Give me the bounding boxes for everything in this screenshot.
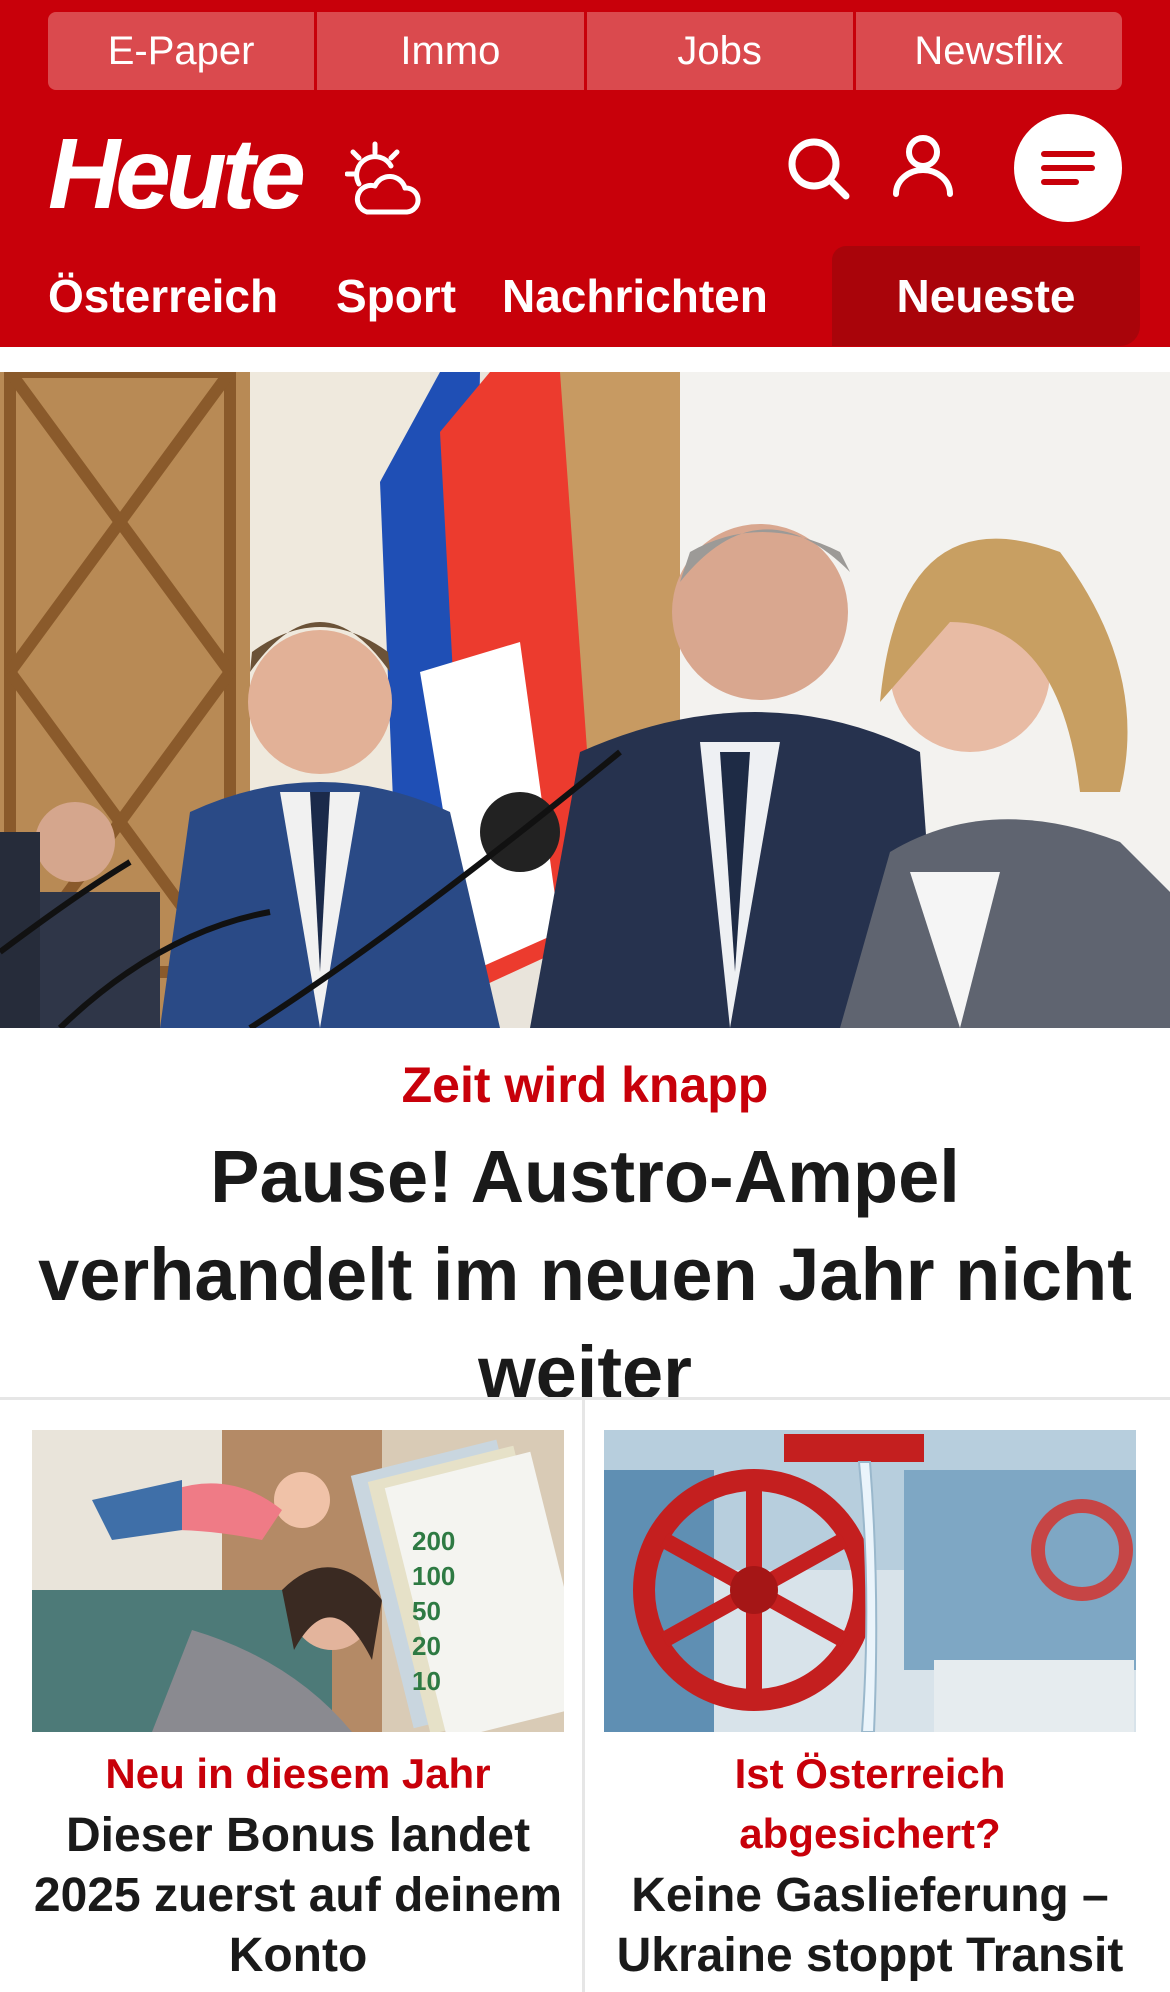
- site-logo[interactable]: Heute: [48, 118, 306, 230]
- teaser-image-gas[interactable]: [604, 1430, 1136, 1732]
- banknote-200-label: 200: [412, 1526, 455, 1556]
- nav-item-neueste[interactable]: Neueste: [832, 246, 1140, 346]
- main-nav: Österreich Sport Nachrichten Neueste: [0, 246, 1170, 346]
- teaser-photo-bonus: 200 100 50 20 10: [32, 1430, 564, 1732]
- nav-item-sport[interactable]: Sport: [336, 246, 456, 346]
- partly-cloudy-sun-icon[interactable]: [345, 140, 421, 220]
- nav-item-oesterreich[interactable]: Österreich: [48, 246, 278, 346]
- teaser-kicker-gas: Ist Österreich abgesichert?: [734, 1750, 1006, 1857]
- quicklink-epaper[interactable]: E-Paper: [48, 12, 318, 90]
- quicklink-newsflix[interactable]: Newsflix: [855, 12, 1122, 90]
- section-divider: [0, 1397, 1170, 1400]
- quicklinks-bar: E-Paper Immo Jobs Newsflix: [48, 12, 1122, 90]
- teaser-photo-gas: [604, 1430, 1136, 1732]
- search-icon[interactable]: [784, 134, 854, 204]
- hero-title[interactable]: Pause! Austro-Ampel verhandelt im neuen …: [20, 1128, 1150, 1422]
- nav-item-nachrichten[interactable]: Nachrichten: [502, 246, 768, 346]
- hamburger-menu-icon: [1041, 151, 1095, 185]
- teaser-title-bonus[interactable]: Dieser Bonus landet 2025 zuerst auf dein…: [32, 1806, 564, 1986]
- banknote-100-label: 100: [412, 1561, 455, 1591]
- column-divider: [582, 1400, 585, 1992]
- user-icon[interactable]: [888, 132, 958, 202]
- banknote-20-label: 20: [412, 1631, 441, 1661]
- hero-image[interactable]: [0, 372, 1170, 1028]
- hero-photo: [0, 372, 1170, 1028]
- banknote-10-label: 10: [412, 1666, 441, 1696]
- quicklink-jobs[interactable]: Jobs: [586, 12, 856, 90]
- site-header: E-Paper Immo Jobs Newsflix Heute Österre…: [0, 0, 1170, 347]
- quicklink-immo[interactable]: Immo: [317, 12, 587, 90]
- teaser-image-bonus[interactable]: 200 100 50 20 10: [32, 1430, 564, 1732]
- hero-kicker: Zeit wird knapp: [401, 1057, 769, 1113]
- menu-button[interactable]: [1014, 114, 1122, 222]
- teaser-title-gas[interactable]: Keine Gaslieferung – Ukraine stoppt Tran…: [604, 1866, 1136, 1986]
- banknote-50-label: 50: [412, 1596, 441, 1626]
- teaser-kicker-bonus: Neu in diesem Jahr: [105, 1750, 491, 1797]
